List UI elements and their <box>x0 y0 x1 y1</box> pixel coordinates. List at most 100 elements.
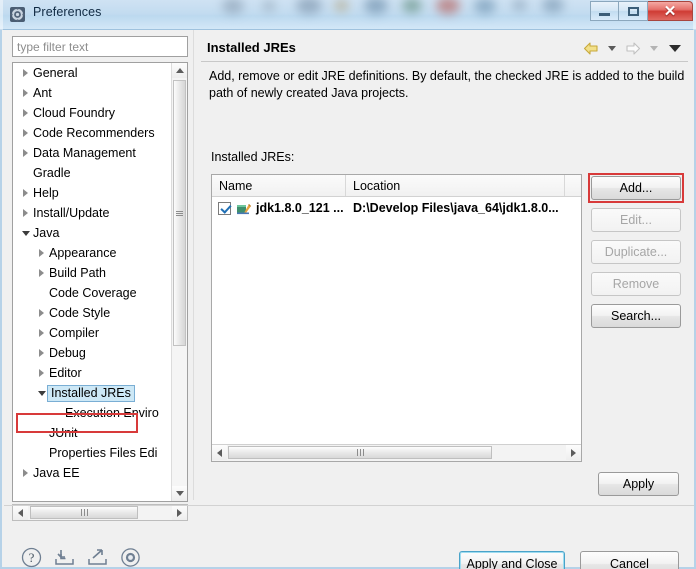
twisty-collapsed-icon[interactable] <box>19 149 32 157</box>
twisty-collapsed-icon[interactable] <box>35 369 48 377</box>
scroll-left-button[interactable] <box>13 505 28 520</box>
table-row[interactable]: jdk1.8.0_121 ... D:\Develop Files\java_6… <box>212 197 581 219</box>
import-icon[interactable] <box>53 546 75 568</box>
horizontal-scroll-thumb[interactable] <box>228 446 492 459</box>
title-bar[interactable]: Preferences ✕ <box>0 0 696 30</box>
scroll-down-button[interactable] <box>172 486 187 501</box>
twisty-collapsed-icon[interactable] <box>35 249 48 257</box>
sidebar-item-cloud-foundry[interactable]: Cloud Foundry <box>13 103 172 123</box>
cancel-button[interactable]: Cancel <box>580 551 679 569</box>
preferences-gear-icon <box>9 6 26 23</box>
sidebar-item-label: Java EE <box>33 466 80 480</box>
sidebar-item-compiler[interactable]: Compiler <box>13 323 172 343</box>
export-icon[interactable] <box>86 546 108 568</box>
sidebar-item-general[interactable]: General <box>13 63 172 83</box>
glass-blur-blob <box>436 0 460 14</box>
sidebar-item-label: Appearance <box>49 246 117 260</box>
sidebar-item-junit[interactable]: JUnit <box>13 423 172 443</box>
grip-icon <box>176 210 183 217</box>
tree-vertical-scrollbar[interactable] <box>171 63 187 501</box>
window-title: Preferences <box>33 5 102 19</box>
sidebar-item-execution-enviro[interactable]: Execution Enviro <box>13 403 172 423</box>
sidebar-item-code-coverage[interactable]: Code Coverage <box>13 283 172 303</box>
minimize-button[interactable] <box>590 1 619 21</box>
twisty-collapsed-icon[interactable] <box>19 89 32 97</box>
close-button[interactable]: ✕ <box>648 1 693 21</box>
apply-and-close-button[interactable]: Apply and Close <box>459 551 565 569</box>
pane-divider <box>193 30 194 500</box>
twisty-collapsed-icon[interactable] <box>35 309 48 317</box>
triangle-down-icon <box>175 491 184 496</box>
glass-blur-blob <box>542 0 564 13</box>
add-button[interactable]: Add... <box>591 176 681 200</box>
sidebar-item-properties-files-edi[interactable]: Properties Files Edi <box>13 443 172 463</box>
table-horizontal-scrollbar[interactable] <box>212 444 581 461</box>
triangle-right-icon <box>177 508 182 517</box>
sidebar-item-code-style[interactable]: Code Style <box>13 303 172 323</box>
scroll-left-button[interactable] <box>212 445 227 460</box>
jre-library-icon <box>236 201 252 215</box>
sidebar-item-label: Cloud Foundry <box>33 106 115 120</box>
cell-name: jdk1.8.0_121 ... <box>212 201 346 215</box>
vertical-scroll-thumb[interactable] <box>173 80 186 346</box>
column-header-location[interactable]: Location <box>346 175 565 196</box>
page-description: Add, remove or edit JRE definitions. By … <box>209 69 685 100</box>
back-dropdown-chevron-down-icon[interactable] <box>603 40 621 56</box>
preference-tree[interactable]: General Ant Cloud Foundry Code Recommenders… <box>12 62 188 502</box>
triangle-left-icon <box>217 448 222 457</box>
view-menu-icon[interactable] <box>666 40 684 56</box>
filter-input[interactable] <box>12 36 188 57</box>
jre-table[interactable]: Name Location jdk1.8.0_121 ... D:\Develo… <box>211 174 582 462</box>
twisty-collapsed-icon[interactable] <box>19 69 32 77</box>
twisty-collapsed-icon[interactable] <box>35 349 48 357</box>
sidebar-item-install-update[interactable]: Install/Update <box>13 203 172 223</box>
sidebar-item-label: Code Style <box>49 306 111 320</box>
installed-jres-label: Installed JREs: <box>211 150 295 164</box>
sidebar-item-java[interactable]: Java <box>13 223 172 243</box>
apply-button[interactable]: Apply <box>598 472 679 496</box>
grip-icon <box>356 449 365 456</box>
sidebar-item-installed-jres[interactable]: Installed JREs <box>13 383 172 403</box>
glass-blur-blob <box>262 0 276 12</box>
tree-horizontal-scrollbar[interactable] <box>12 504 188 521</box>
sidebar-item-ant[interactable]: Ant <box>13 83 172 103</box>
search-button[interactable]: Search... <box>591 304 681 328</box>
twisty-collapsed-icon[interactable] <box>19 209 32 217</box>
twisty-collapsed-icon[interactable] <box>19 189 32 197</box>
sidebar-item-label: Compiler <box>49 326 100 340</box>
sidebar-item-editor[interactable]: Editor <box>13 363 172 383</box>
twisty-collapsed-icon[interactable] <box>19 129 32 137</box>
jre-checkbox[interactable] <box>218 201 231 215</box>
scroll-right-button[interactable] <box>566 445 581 460</box>
sidebar-item-label: Data Management <box>33 146 136 160</box>
glass-blur-blob <box>364 0 388 14</box>
maximize-button[interactable] <box>619 1 648 21</box>
scroll-up-button[interactable] <box>172 63 187 78</box>
sidebar-item-gradle[interactable]: Gradle <box>13 163 172 183</box>
sidebar-item-label: Gradle <box>33 166 71 180</box>
sidebar-item-help[interactable]: Help <box>13 183 172 203</box>
scroll-right-button[interactable] <box>172 505 187 520</box>
sidebar-item-debug[interactable]: Debug <box>13 343 172 363</box>
twisty-collapsed-icon[interactable] <box>19 109 32 117</box>
back-arrow-icon[interactable] <box>582 40 600 56</box>
sidebar-item-build-path[interactable]: Build Path <box>13 263 172 283</box>
twisty-expanded-icon[interactable] <box>19 230 32 236</box>
sidebar-item-label: Editor <box>49 366 82 380</box>
sidebar-item-label: Java <box>33 226 60 240</box>
sidebar-item-label: Help <box>33 186 59 200</box>
help-icon[interactable]: ? <box>20 546 42 568</box>
sidebar-item-code-recommenders[interactable]: Code Recommenders <box>13 123 172 143</box>
twisty-collapsed-icon[interactable] <box>35 269 48 277</box>
sidebar-item-java-ee[interactable]: Java EE <box>13 463 172 483</box>
twisty-collapsed-icon[interactable] <box>19 469 32 477</box>
sidebar-item-data-management[interactable]: Data Management <box>13 143 172 163</box>
sidebar-item-label: Install/Update <box>33 206 110 220</box>
column-header-name[interactable]: Name <box>212 175 346 196</box>
twisty-collapsed-icon[interactable] <box>35 329 48 337</box>
horizontal-scroll-thumb[interactable] <box>30 506 138 519</box>
sidebar-item-label: General <box>33 66 78 80</box>
sidebar-item-label: Debug <box>49 346 86 360</box>
restore-defaults-icon[interactable] <box>119 546 141 568</box>
sidebar-item-appearance[interactable]: Appearance <box>13 243 172 263</box>
